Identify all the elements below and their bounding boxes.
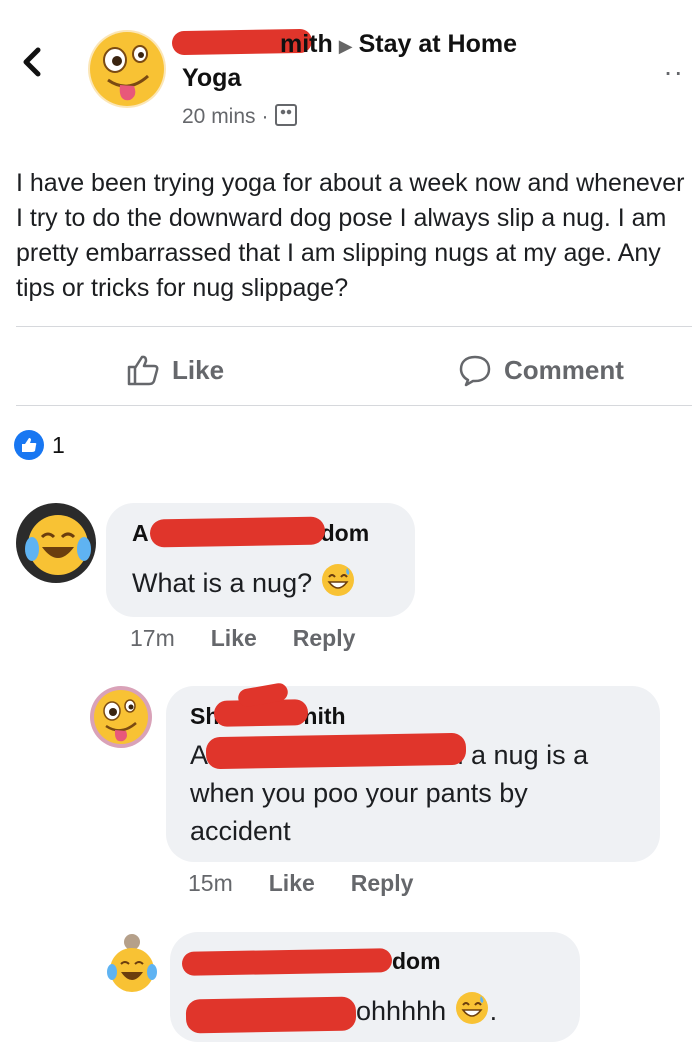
post-meta: 20 mins · <box>182 104 297 129</box>
reaction-count: 1 <box>52 431 65 458</box>
comment-text-body: What is a nug? <box>132 568 313 598</box>
thumbs-up-icon <box>127 355 159 386</box>
comment-text-body: when you poo your pants by accident <box>190 778 528 846</box>
post-header-line: mith ▶ Stay at Home <box>182 30 517 59</box>
comment-like-button[interactable]: Like <box>211 625 257 652</box>
commenter-name-start: A <box>132 520 149 546</box>
commenter-name-end: nith <box>303 703 346 729</box>
arrow-right-icon: ▶ <box>338 36 353 56</box>
more-dots-icon[interactable]: ·· <box>663 56 684 88</box>
comment-meta: 17m Like Reply <box>130 625 355 652</box>
comment-like-button[interactable]: Like <box>269 870 315 897</box>
back-button[interactable] <box>18 42 54 98</box>
grinning-sweat-icon <box>321 564 354 596</box>
post-text: I have been trying yoga for about a week… <box>16 169 685 302</box>
commenter-avatar[interactable] <box>16 503 96 583</box>
divider <box>16 326 692 327</box>
group-name[interactable]: Stay at Home <box>359 30 517 58</box>
post-timestamp[interactable]: 20 mins <box>182 105 256 128</box>
comment-time[interactable]: 15m <box>188 870 233 897</box>
comment-icon <box>459 355 491 387</box>
comment-reply-button[interactable]: Reply <box>351 870 414 897</box>
zany-face-icon <box>90 32 164 106</box>
laughing-tears-icon <box>25 515 91 575</box>
chevron-left-icon <box>23 47 41 77</box>
commenter-name-end: dom <box>320 520 370 546</box>
zany-face-icon <box>94 690 148 744</box>
reply-avatar[interactable] <box>106 934 158 996</box>
comment-text: What is a nug? <box>132 562 356 602</box>
author-avatar[interactable] <box>88 30 166 108</box>
like-reaction-icon <box>14 430 44 460</box>
redaction-mark <box>205 732 467 770</box>
divider <box>16 405 692 406</box>
comment-meta: 15m Like Reply <box>188 870 413 897</box>
reaction-summary[interactable]: 1 <box>14 430 65 460</box>
group-name-line2[interactable]: Yoga <box>182 64 241 93</box>
group-icon <box>274 104 297 126</box>
comment-reply-button[interactable]: Reply <box>293 625 356 652</box>
like-label: Like <box>172 354 225 385</box>
grinning-sweat-icon <box>455 992 488 1024</box>
author-name[interactable]: mith <box>280 30 333 58</box>
comment-time[interactable]: 17m <box>130 625 175 652</box>
redaction-mark <box>185 996 357 1034</box>
comment-text-trailing: . <box>489 996 498 1026</box>
comment-label: Comment <box>504 354 624 385</box>
like-button[interactable]: Like <box>126 350 224 390</box>
reply-avatar[interactable] <box>90 686 152 748</box>
comment-button[interactable]: Comment <box>458 350 624 390</box>
commenter-name-end: dom <box>392 948 441 974</box>
laughing-tears-icon <box>107 934 157 992</box>
redaction-mark <box>149 516 326 548</box>
redaction-mark <box>181 948 393 976</box>
